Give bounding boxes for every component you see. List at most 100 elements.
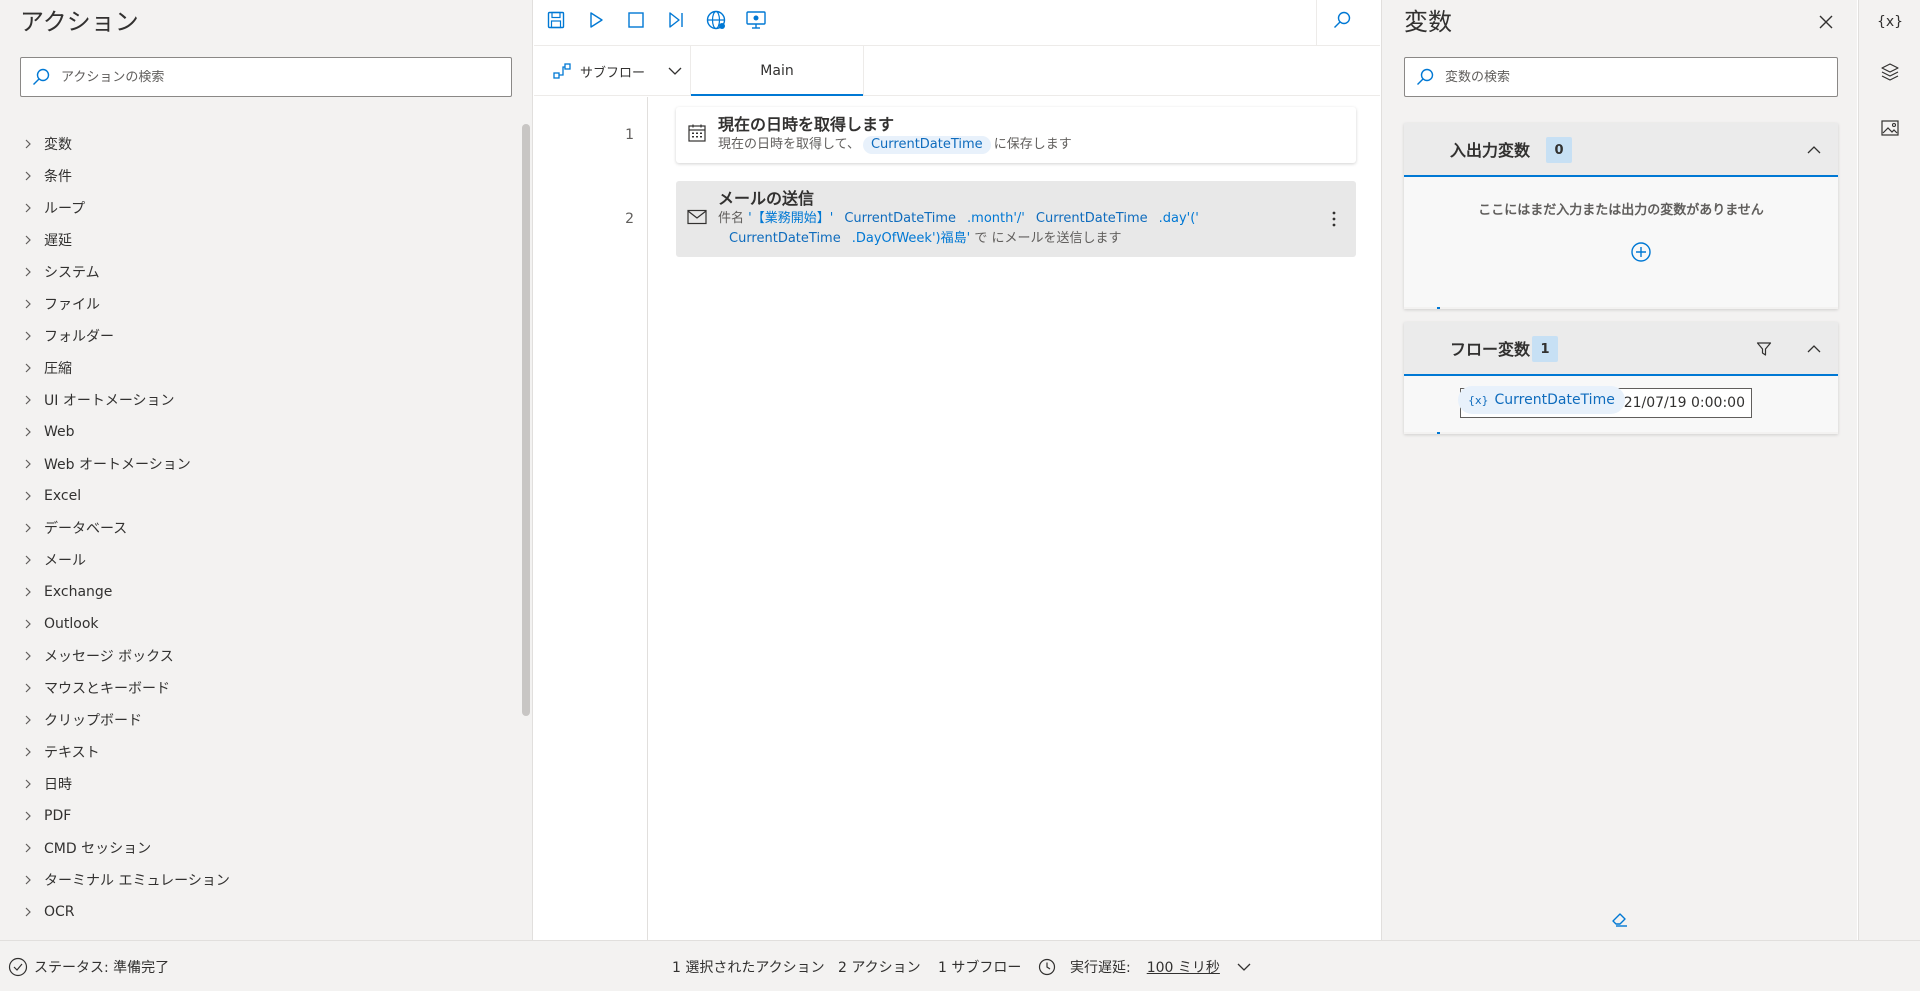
action-category-item[interactable]: 条件 xyxy=(20,160,510,192)
stop-button[interactable] xyxy=(620,4,652,36)
action-category-item[interactable]: ターミナル エミュレーション xyxy=(20,864,510,896)
chevron-up-icon xyxy=(1807,345,1821,353)
chevron-right-icon xyxy=(20,512,44,544)
variable-token[interactable]: CurrentDateTime xyxy=(721,230,849,248)
clear-unused-variables-button[interactable] xyxy=(1606,904,1634,932)
action-category-item[interactable]: メッセージ ボックス xyxy=(20,640,510,672)
action-category-item[interactable]: Outlook xyxy=(20,608,510,640)
add-io-variable-button[interactable] xyxy=(1628,239,1654,265)
action-category-item[interactable]: CMD セッション xyxy=(20,832,510,864)
line-number-gutter xyxy=(647,97,648,940)
chevron-right-icon xyxy=(20,800,44,832)
action-category-item[interactable]: フォルダー xyxy=(20,320,510,352)
close-variables-button[interactable] xyxy=(1810,6,1842,38)
run-delay-value[interactable]: 100 ミリ秒 xyxy=(1147,957,1220,977)
action-category-label: 遅延 xyxy=(44,233,72,249)
action-category-label: 条件 xyxy=(44,169,72,185)
variables-search-box[interactable] xyxy=(1404,57,1838,97)
collapse-io-section-button[interactable] xyxy=(1800,136,1828,164)
step-send-email[interactable]: メールの送信 件名 '【業務開始】' CurrentDateTime .month'… xyxy=(676,181,1356,257)
action-category-item[interactable]: 圧縮 xyxy=(20,352,510,384)
collapse-flow-section-button[interactable] xyxy=(1800,335,1828,363)
run-icon xyxy=(590,12,603,28)
action-category-label: 圧縮 xyxy=(44,361,72,377)
run-delay-label: 実行遅延: xyxy=(1070,959,1131,976)
close-icon xyxy=(1819,15,1833,29)
step-get-current-datetime[interactable]: 現在の日時を取得します 現在の日時を取得して、 CurrentDateTime に保… xyxy=(676,107,1356,163)
chevron-right-icon xyxy=(20,544,44,576)
variable-token[interactable]: CurrentDateTime xyxy=(836,210,964,228)
flow-variable-chip[interactable]: {x} CurrentDateTime xyxy=(1458,386,1625,414)
action-category-item[interactable]: OCR xyxy=(20,896,510,928)
flow-variables-title: フロー変数 xyxy=(1450,340,1531,359)
de-label: で xyxy=(974,231,988,246)
action-category-item[interactable]: Excel xyxy=(20,480,510,512)
io-variables-header[interactable]: 入出力変数 0 xyxy=(1404,123,1838,177)
action-category-item[interactable]: Exchange xyxy=(20,576,510,608)
subject-literal: .day'(' xyxy=(1158,211,1199,226)
action-category-label: Outlook xyxy=(44,616,99,632)
variables-search-input[interactable] xyxy=(1445,69,1825,85)
run-button[interactable] xyxy=(580,4,612,36)
chevron-down-icon[interactable] xyxy=(1236,959,1252,975)
action-category-item[interactable]: Web xyxy=(20,416,510,448)
desktop-recorder-button[interactable] xyxy=(740,4,772,36)
chevron-right-icon xyxy=(20,320,44,352)
filter-flow-variables-button[interactable] xyxy=(1750,335,1778,363)
action-category-item[interactable]: 遅延 xyxy=(20,224,510,256)
images-rail-button[interactable] xyxy=(1859,106,1920,150)
action-category-item[interactable]: UI オートメーション xyxy=(20,384,510,416)
chevron-right-icon xyxy=(20,352,44,384)
chevron-right-icon xyxy=(20,704,44,736)
action-category-item[interactable]: テキスト xyxy=(20,736,510,768)
action-category-item[interactable]: システム xyxy=(20,256,510,288)
subflow-icon xyxy=(553,63,571,79)
search-icon xyxy=(21,58,61,96)
variable-token[interactable]: CurrentDateTime xyxy=(1028,210,1156,228)
actions-search-input[interactable] xyxy=(61,69,501,85)
action-category-item[interactable]: Web オートメーション xyxy=(20,448,510,480)
status-text: ステータス: 準備完了 xyxy=(34,959,170,976)
chevron-right-icon xyxy=(20,864,44,896)
action-category-label: Web オートメーション xyxy=(44,457,191,473)
action-category-item[interactable]: 変数 xyxy=(20,128,510,160)
action-category-label: クリップボード xyxy=(44,713,142,729)
tab-main[interactable]: Main xyxy=(690,46,864,96)
action-category-item[interactable]: マウスとキーボード xyxy=(20,672,510,704)
chevron-right-icon xyxy=(20,288,44,320)
action-category-item[interactable]: メール xyxy=(20,544,510,576)
variables-rail-button[interactable]: {x} xyxy=(1859,0,1920,44)
flow-variables-header[interactable]: フロー変数 1 xyxy=(1404,322,1838,376)
step-description-line2: CurrentDateTime .DayOfWeek')福島' で にメールを送信… xyxy=(718,229,1199,249)
ui-elements-rail-button[interactable] xyxy=(1859,50,1920,94)
variable-token[interactable]: CurrentDateTime xyxy=(862,136,991,154)
designer-toolbar xyxy=(534,0,1380,46)
web-recorder-button[interactable] xyxy=(700,4,732,36)
io-variables-section: 入出力変数 0 ここにはまだ入力または出力の変数がありません xyxy=(1404,123,1838,309)
add-circle-icon xyxy=(1631,242,1651,262)
io-empty-message: ここにはまだ入力または出力の変数がありません xyxy=(1478,203,1764,218)
step-button[interactable] xyxy=(660,4,692,36)
save-button[interactable] xyxy=(540,4,572,36)
more-options-button[interactable] xyxy=(1324,207,1344,231)
chevron-right-icon xyxy=(20,128,44,160)
selected-actions-count: 1 選択されたアクション xyxy=(672,959,825,976)
chevron-right-icon xyxy=(20,192,44,224)
actions-search-box[interactable] xyxy=(20,57,512,97)
action-category-item[interactable]: PDF xyxy=(20,800,510,832)
search-flow-button[interactable] xyxy=(1326,4,1358,36)
action-category-item[interactable]: データベース xyxy=(20,512,510,544)
subflows-count: 1 サブフロー xyxy=(938,959,1022,976)
more-vertical-icon xyxy=(1332,211,1336,227)
actions-scrollbar[interactable] xyxy=(522,124,530,716)
subflow-dropdown[interactable]: サブフロー xyxy=(544,52,684,90)
web-recorder-icon xyxy=(706,10,726,30)
chevron-right-icon xyxy=(20,768,44,800)
action-category-item[interactable]: 日時 xyxy=(20,768,510,800)
flow-variables-count: 1 xyxy=(1532,336,1558,362)
action-category-item[interactable]: クリップボード xyxy=(20,704,510,736)
io-variables-title: 入出力変数 xyxy=(1450,141,1531,160)
action-category-item[interactable]: ループ xyxy=(20,192,510,224)
action-category-label: PDF xyxy=(44,808,72,824)
action-category-item[interactable]: ファイル xyxy=(20,288,510,320)
